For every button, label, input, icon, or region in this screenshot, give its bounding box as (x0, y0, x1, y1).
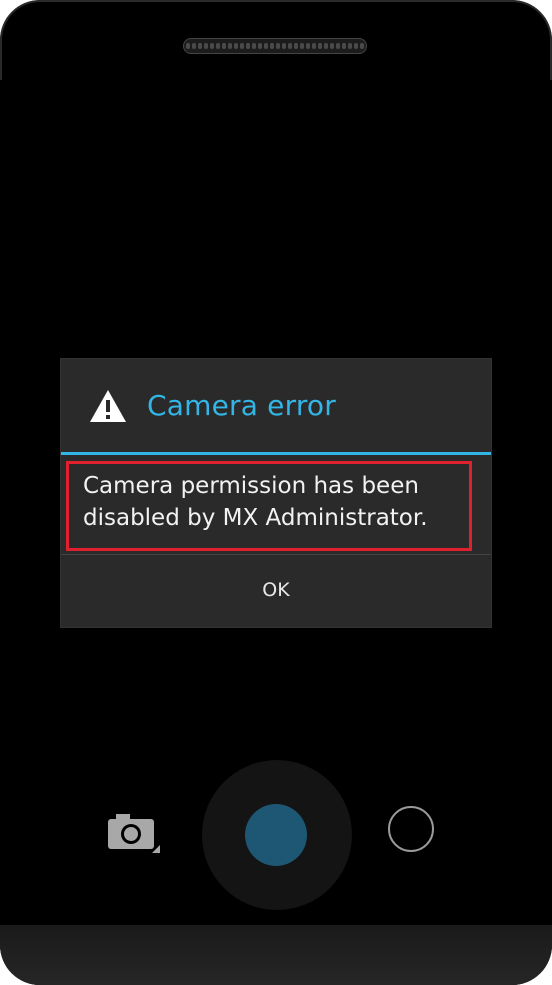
warning-icon (90, 389, 126, 422)
dialog-message: Camera permission has been disabled by M… (83, 473, 428, 531)
camera-switch-icon[interactable] (108, 812, 160, 862)
dialog-header: Camera error (61, 359, 491, 455)
mode-circle-icon[interactable] (388, 806, 434, 852)
ok-button[interactable]: OK (61, 555, 491, 625)
shutter-button[interactable] (245, 804, 307, 866)
dialog-title: Camera error (147, 389, 336, 422)
phone-chin (0, 925, 552, 985)
error-dialog: Camera error Camera permission has been … (61, 359, 491, 627)
speaker-grille (183, 38, 367, 54)
camera-controls (0, 760, 552, 910)
dialog-body: Camera permission has been disabled by M… (61, 455, 491, 554)
phone-frame: Camera error Camera permission has been … (0, 0, 552, 985)
